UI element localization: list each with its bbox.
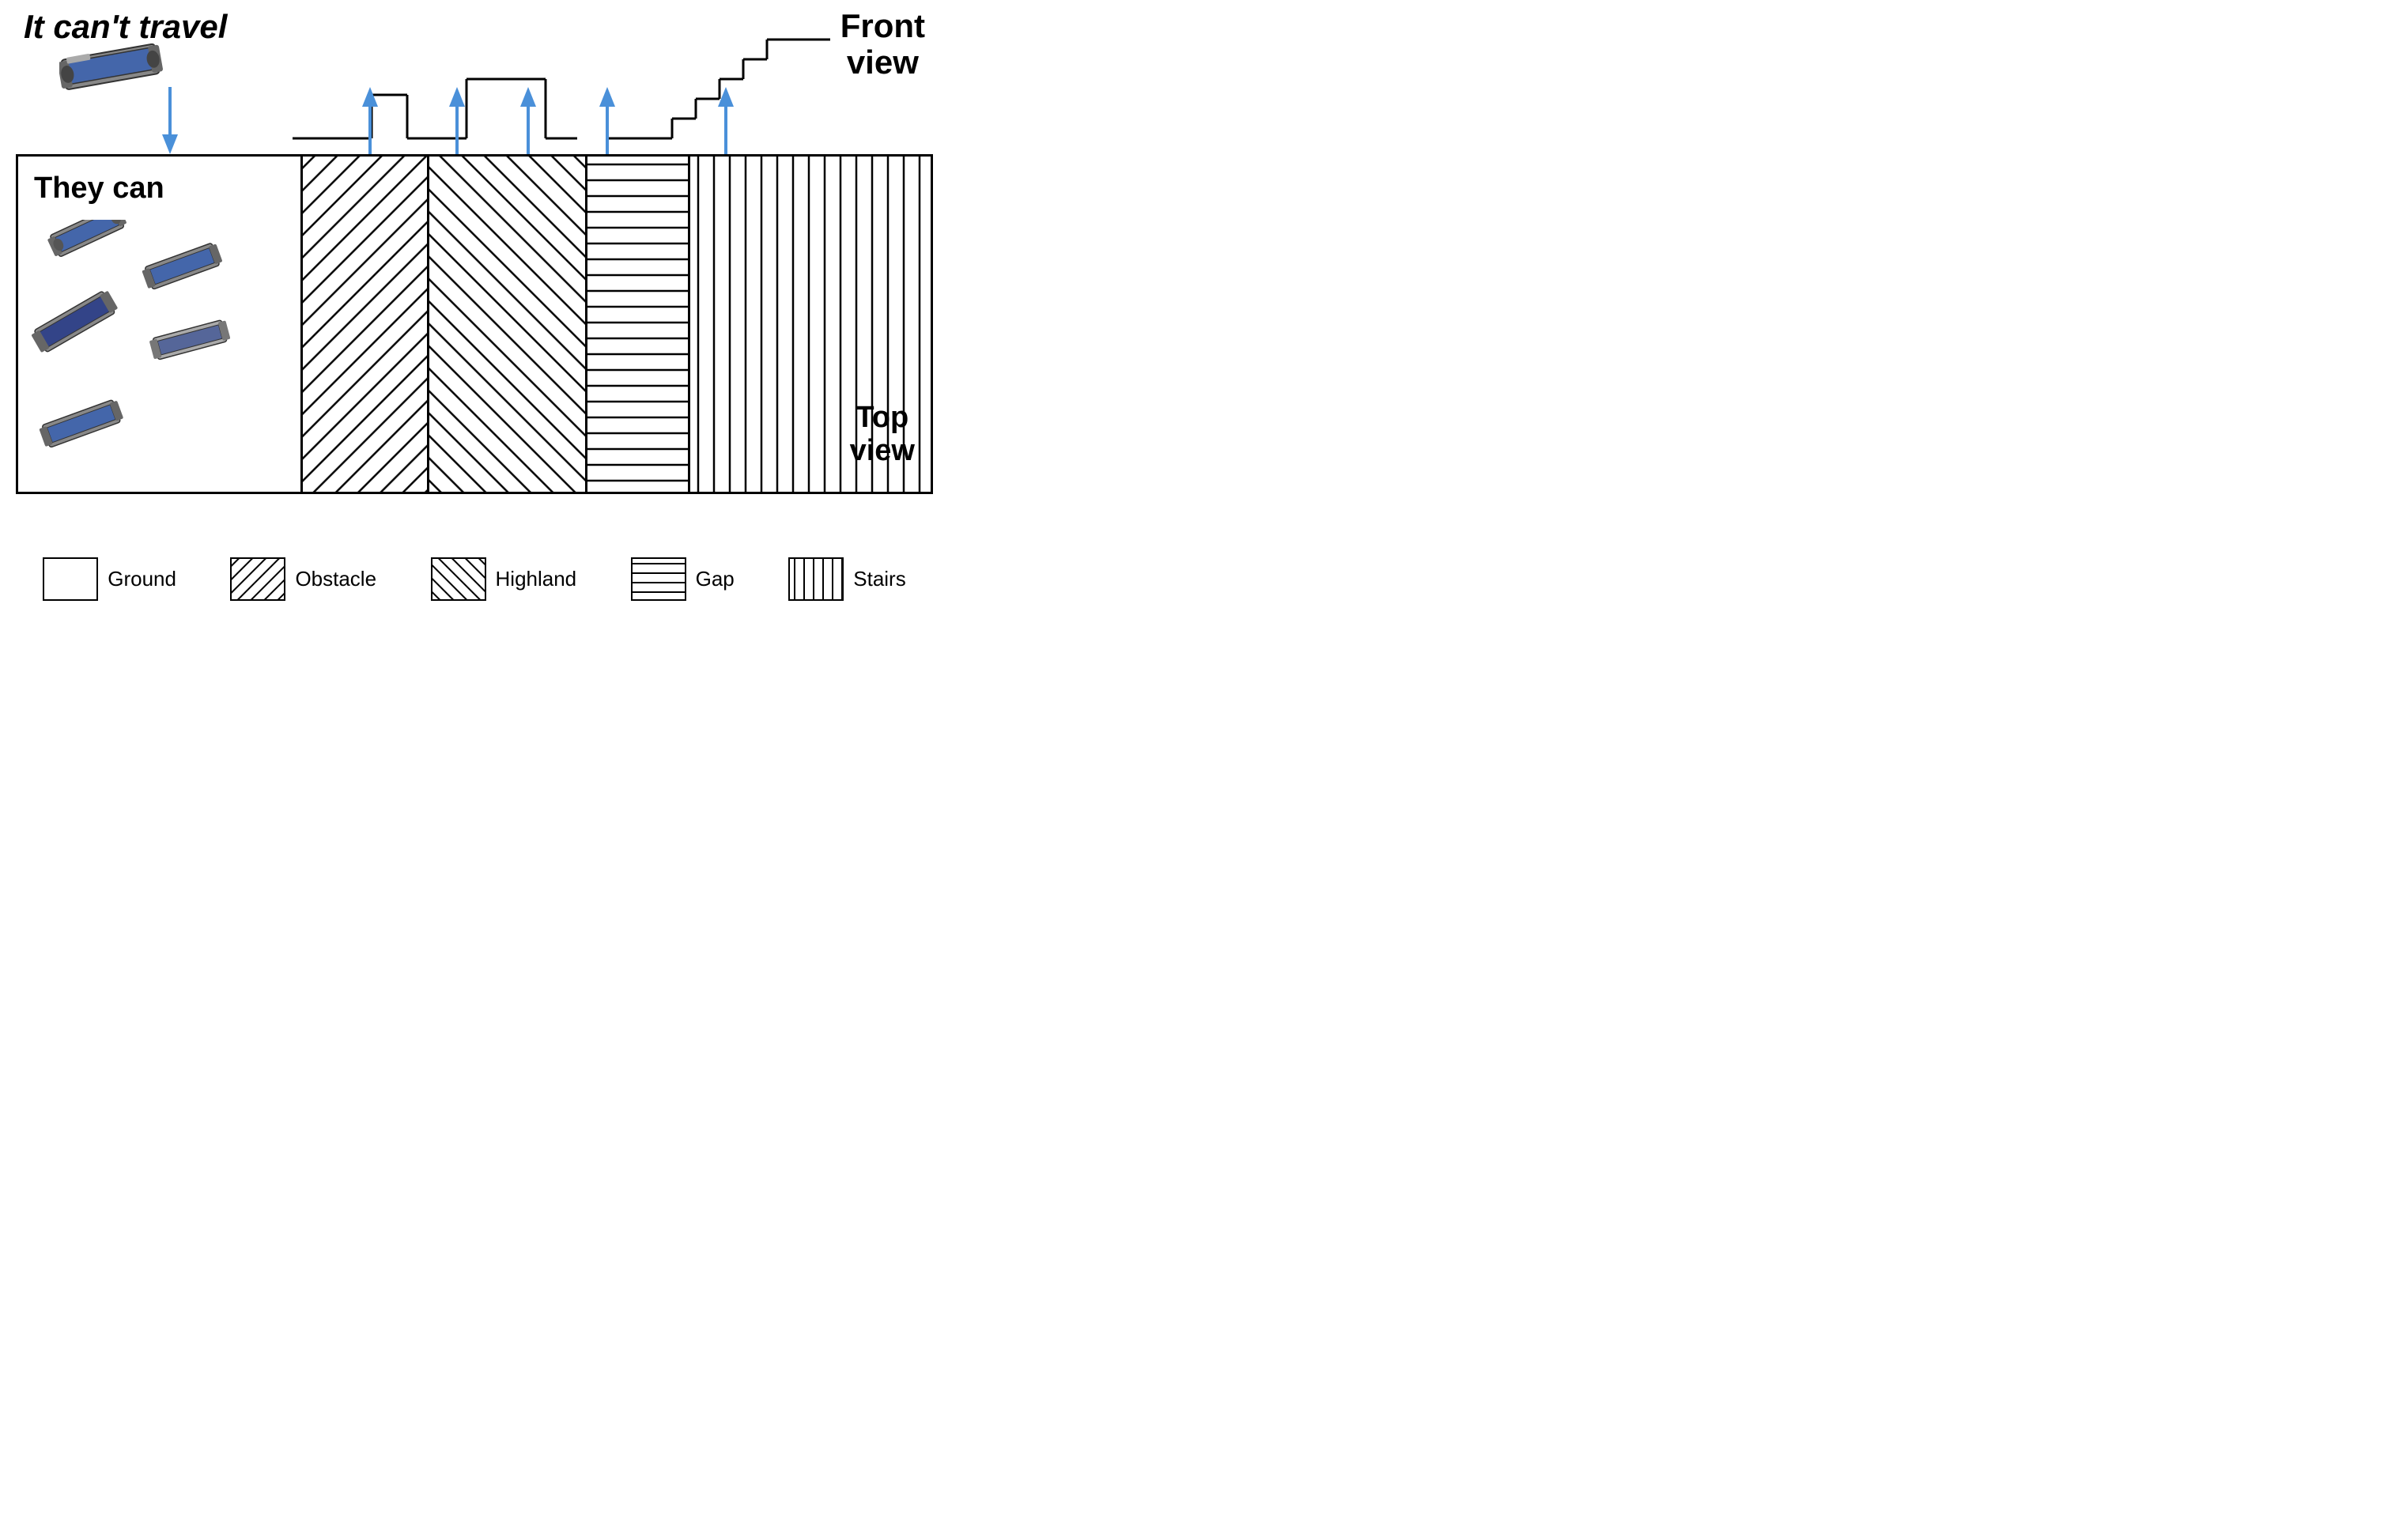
- legend-item-stairs: Stairs: [788, 557, 905, 601]
- legend-label-gap: Gap: [696, 567, 735, 591]
- arrow-down-cant: [158, 87, 182, 158]
- arrow-up-stairs: [714, 87, 738, 158]
- robot-cant-travel: [59, 43, 166, 95]
- main-diagram-box: They can: [16, 154, 933, 494]
- robots-container: [26, 220, 295, 492]
- they-can-label: They can: [34, 172, 164, 206]
- legend-box-gap: [631, 557, 686, 601]
- legend-item-ground: Ground: [43, 557, 176, 601]
- cant-travel-title: It can't travel: [24, 8, 227, 46]
- legend-box-highland: [431, 557, 486, 601]
- panel-ground: They can: [18, 157, 303, 492]
- panel-stairs: Topview: [690, 157, 931, 492]
- front-view-title: Frontview: [840, 8, 925, 81]
- legend-box-ground: [43, 557, 98, 601]
- legend: Ground Obstacle: [16, 557, 933, 601]
- legend-box-stairs: [788, 557, 844, 601]
- gap-pattern: [587, 157, 688, 492]
- panel-highland: [429, 157, 587, 492]
- arrow-up-highland1: [445, 87, 469, 158]
- legend-label-stairs: Stairs: [853, 567, 905, 591]
- arrow-up-highland2: [516, 87, 540, 158]
- legend-box-obstacle: [230, 557, 285, 601]
- panel-gap: [587, 157, 690, 492]
- top-view-label: Topview: [850, 402, 915, 468]
- legend-item-obstacle: Obstacle: [230, 557, 376, 601]
- robots-svg: [26, 220, 295, 492]
- arrow-up-gap: [595, 87, 619, 158]
- highland-pattern: [429, 157, 585, 492]
- arrow-up-obstacle: [358, 87, 382, 158]
- legend-item-gap: Gap: [631, 557, 735, 601]
- obstacle-pattern: [303, 157, 427, 492]
- legend-item-highland: Highland: [431, 557, 577, 601]
- legend-label-ground: Ground: [108, 567, 176, 591]
- panel-obstacle: [303, 157, 429, 492]
- legend-label-obstacle: Obstacle: [295, 567, 376, 591]
- legend-label-highland: Highland: [496, 567, 577, 591]
